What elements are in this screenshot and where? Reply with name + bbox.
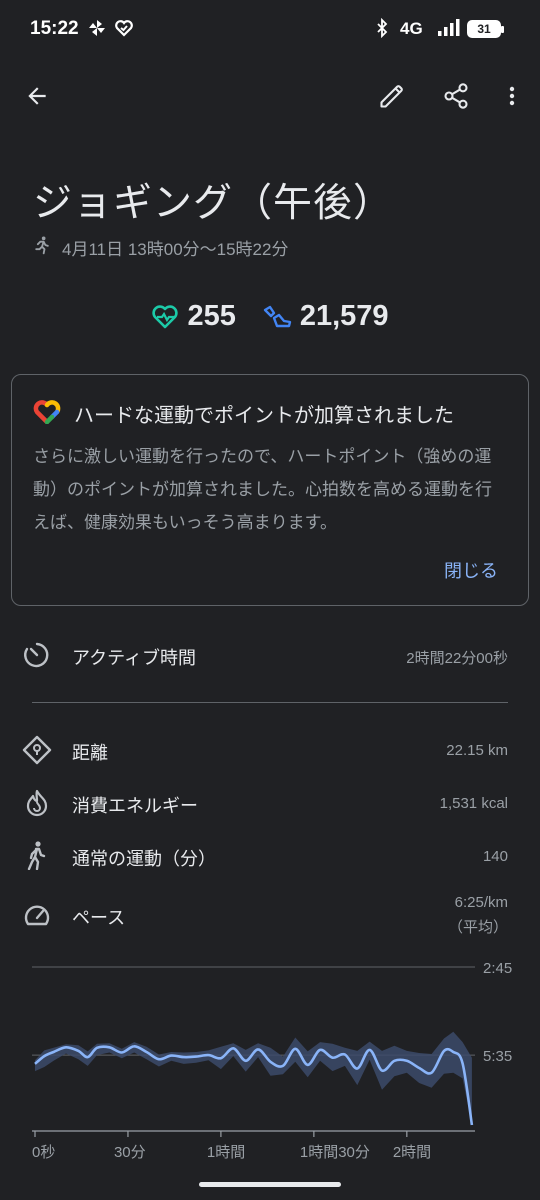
pinwheel-icon xyxy=(89,20,105,36)
y-tick-label: 5:35 xyxy=(483,1048,512,1065)
x-tick-label: 2時間 xyxy=(393,1144,431,1161)
activity-time-range: 4月11日 13時00分〜15時22分 xyxy=(62,240,289,259)
steps-total: 21,579 xyxy=(262,300,389,333)
heart-points-icon xyxy=(152,304,179,328)
distance-label: 距離 xyxy=(72,743,108,763)
edit-button[interactable] xyxy=(370,74,414,118)
calories-value: 1,531 kcal xyxy=(439,795,508,812)
x-tick-label: 0秒 xyxy=(32,1144,55,1161)
steps-icon xyxy=(263,305,292,327)
y-tick-label: 2:45 xyxy=(483,960,512,977)
bluetooth-icon xyxy=(377,18,388,38)
active-time-label: アクティブ時間 xyxy=(72,648,197,668)
activity-totals: 255 21,579 xyxy=(0,300,540,333)
share-button[interactable] xyxy=(434,74,478,118)
back-arrow-icon xyxy=(28,87,46,105)
gesture-home-bar[interactable] xyxy=(199,1182,341,1187)
heart-check-icon xyxy=(115,20,133,37)
battery-icon: 31 xyxy=(467,20,504,38)
activity-title: ジョギング（午後） xyxy=(33,182,394,225)
share-icon xyxy=(444,83,468,109)
heart-points-total: 255 xyxy=(151,300,236,333)
more-vert-icon xyxy=(509,86,515,106)
steps-value: 21,579 xyxy=(299,300,389,332)
move-minutes-value: 140 xyxy=(482,848,508,865)
timer-icon xyxy=(24,642,49,668)
pace-label: ペース xyxy=(72,908,126,928)
more-options-button[interactable] xyxy=(490,74,534,118)
calories-flame-icon xyxy=(26,789,48,817)
heart-points-value: 255 xyxy=(187,300,236,332)
network-type: 4G xyxy=(400,19,423,38)
speedometer-icon xyxy=(24,905,50,926)
x-tick-label: 1時間30分 xyxy=(300,1144,370,1161)
google-fit-logo-icon xyxy=(33,400,61,424)
notice-close-button[interactable]: 閉じる xyxy=(444,557,498,583)
status-time: 15:22 xyxy=(30,18,79,39)
distance-value: 22.15 km xyxy=(446,742,508,759)
notice-body: さらに激しい運動を行ったので、ハートポイント（強めの運動）のポイントが加算されま… xyxy=(33,447,492,532)
active-time-value: 2時間22分00秒 xyxy=(406,650,508,667)
calories-label: 消費エネルギー xyxy=(72,796,198,816)
running-icon xyxy=(35,236,49,255)
back-button[interactable] xyxy=(15,74,59,118)
distance-icon xyxy=(22,735,52,765)
metrics-divider xyxy=(32,702,508,703)
edit-icon xyxy=(380,85,403,108)
x-tick-label: 1時間 xyxy=(207,1144,245,1161)
move-minutes-label: 通常の運動（分） xyxy=(72,849,216,869)
pace-value-note: （平均） xyxy=(447,919,508,936)
notice-title: ハードな運動でポイントが加算されました xyxy=(74,405,454,427)
pace-chart: 2:45 5:35 0秒 30分 1時間 1時間30分 2時間 xyxy=(32,960,512,1161)
signal-icon xyxy=(438,19,460,36)
walking-icon xyxy=(27,841,46,870)
pace-value: 6:25/km xyxy=(454,894,508,911)
x-tick-label: 30分 xyxy=(114,1144,146,1161)
